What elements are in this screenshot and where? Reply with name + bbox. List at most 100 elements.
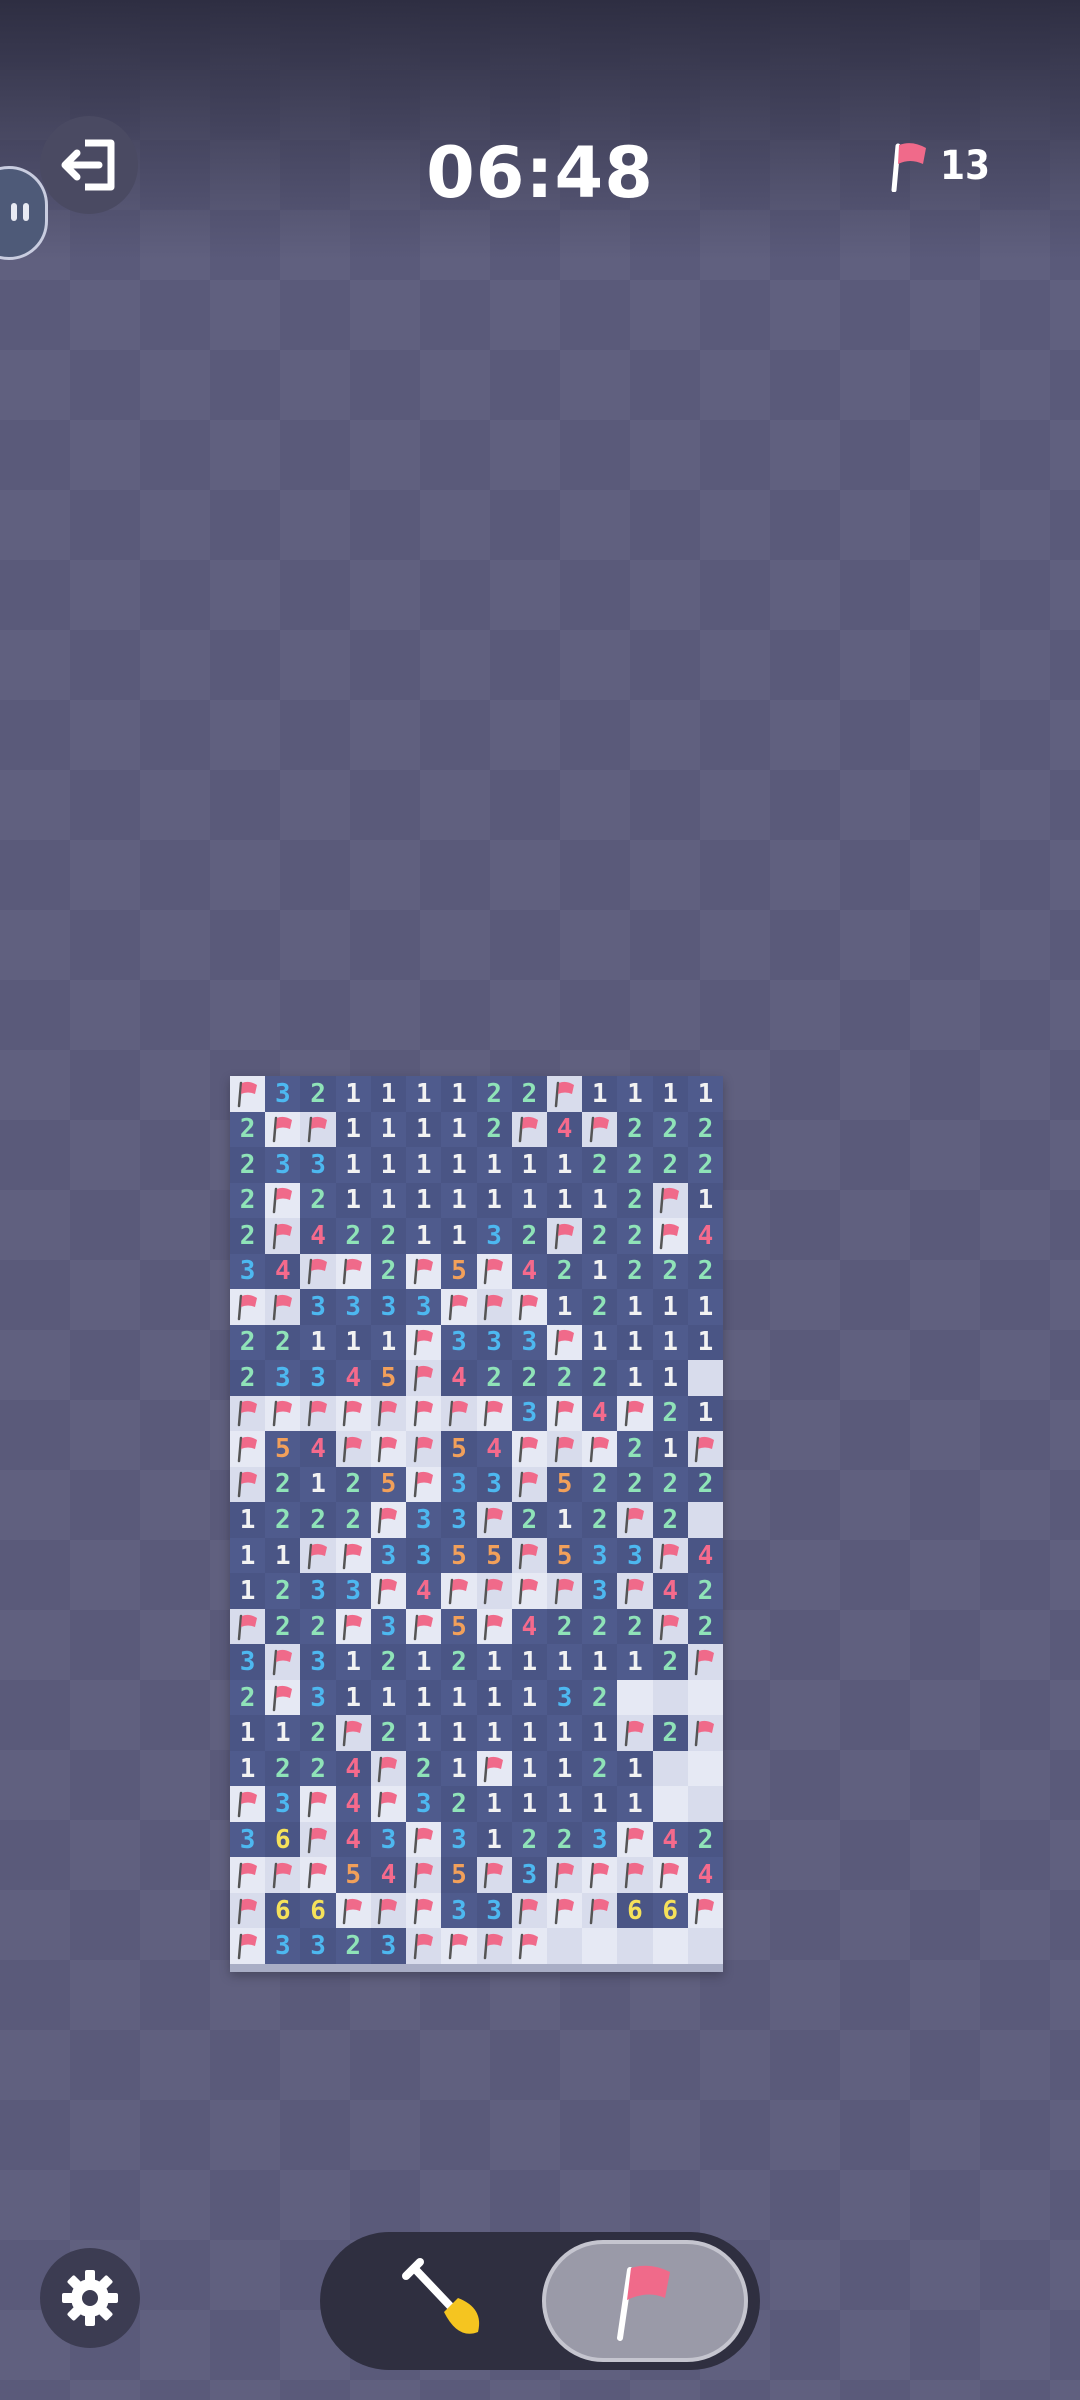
number-cell[interactable]: 1 — [582, 1182, 618, 1219]
number-cell[interactable]: 2 — [617, 1466, 653, 1503]
flagged-cell[interactable] — [582, 1857, 618, 1893]
number-cell[interactable]: 2 — [265, 1608, 301, 1645]
number-cell[interactable]: 1 — [476, 1715, 512, 1751]
number-cell[interactable]: 2 — [230, 1218, 266, 1254]
number-cell[interactable]: 3 — [265, 1076, 301, 1112]
number-cell[interactable]: 2 — [687, 1253, 723, 1290]
flagged-cell[interactable] — [441, 1289, 477, 1325]
number-cell[interactable]: 2 — [687, 1466, 723, 1503]
number-cell[interactable]: 1 — [476, 1644, 512, 1680]
number-cell[interactable]: 2 — [300, 1076, 336, 1112]
number-cell[interactable]: 1 — [406, 1715, 442, 1751]
number-cell[interactable]: 3 — [265, 1786, 301, 1822]
number-cell[interactable]: 1 — [406, 1182, 442, 1219]
number-cell[interactable]: 1 — [582, 1644, 618, 1680]
flagged-cell[interactable] — [476, 1289, 512, 1325]
flagged-cell[interactable] — [652, 1857, 688, 1893]
number-cell[interactable]: 1 — [370, 1182, 407, 1219]
number-cell[interactable]: 2 — [582, 1750, 618, 1787]
number-cell[interactable]: 3 — [441, 1502, 477, 1538]
number-cell[interactable]: 2 — [265, 1573, 301, 1609]
number-cell[interactable]: 2 — [300, 1502, 336, 1538]
number-cell[interactable]: 1 — [441, 1750, 477, 1787]
number-cell[interactable]: 1 — [230, 1750, 266, 1787]
flagged-cell[interactable] — [546, 1395, 583, 1432]
flagged-cell[interactable] — [265, 1679, 301, 1716]
flagged-cell[interactable] — [441, 1395, 477, 1432]
flagged-cell[interactable] — [230, 1076, 266, 1112]
flagged-cell[interactable] — [546, 1573, 583, 1609]
number-cell[interactable]: 4 — [582, 1395, 618, 1432]
number-cell[interactable]: 1 — [652, 1076, 688, 1112]
number-cell[interactable]: 1 — [406, 1111, 442, 1148]
number-cell[interactable]: 1 — [476, 1786, 512, 1822]
flagged-cell[interactable] — [406, 1253, 442, 1290]
number-cell[interactable]: 2 — [265, 1750, 301, 1787]
flagged-cell[interactable] — [406, 1821, 442, 1858]
number-cell[interactable]: 2 — [406, 1750, 442, 1787]
settings-button[interactable] — [40, 2248, 140, 2348]
flag-mode-button[interactable] — [542, 2240, 748, 2362]
number-cell[interactable]: 2 — [230, 1111, 266, 1148]
number-cell[interactable]: 3 — [617, 1537, 653, 1574]
flagged-cell[interactable] — [652, 1608, 688, 1645]
number-cell[interactable]: 1 — [687, 1289, 723, 1325]
flagged-cell[interactable] — [617, 1857, 653, 1893]
hidden-cell[interactable] — [652, 1750, 688, 1787]
number-cell[interactable]: 1 — [582, 1076, 618, 1112]
number-cell[interactable]: 2 — [300, 1715, 336, 1751]
flagged-cell[interactable] — [230, 1857, 266, 1893]
number-cell[interactable]: 1 — [546, 1502, 583, 1538]
number-cell[interactable]: 2 — [652, 1111, 688, 1148]
number-cell[interactable]: 3 — [370, 1537, 407, 1574]
number-cell[interactable]: 1 — [476, 1182, 512, 1219]
number-cell[interactable]: 2 — [335, 1928, 371, 1964]
number-cell[interactable]: 2 — [300, 1182, 336, 1219]
number-cell[interactable]: 5 — [265, 1431, 301, 1467]
number-cell[interactable]: 3 — [300, 1573, 336, 1609]
flagged-cell[interactable] — [441, 1573, 477, 1609]
flagged-cell[interactable] — [617, 1715, 653, 1751]
flagged-cell[interactable] — [511, 1892, 547, 1929]
number-cell[interactable]: 1 — [441, 1111, 477, 1148]
hidden-cell[interactable] — [652, 1679, 688, 1716]
hidden-cell[interactable] — [617, 1679, 653, 1716]
number-cell[interactable]: 1 — [406, 1644, 442, 1680]
flagged-cell[interactable] — [300, 1857, 336, 1893]
number-cell[interactable]: 1 — [335, 1182, 371, 1219]
number-cell[interactable]: 1 — [476, 1821, 512, 1858]
number-cell[interactable]: 2 — [441, 1786, 477, 1822]
number-cell[interactable]: 6 — [300, 1892, 336, 1929]
flagged-cell[interactable] — [265, 1182, 301, 1219]
flagged-cell[interactable] — [335, 1395, 371, 1432]
number-cell[interactable]: 3 — [441, 1821, 477, 1858]
flagged-cell[interactable] — [546, 1076, 583, 1112]
number-cell[interactable]: 2 — [300, 1750, 336, 1787]
number-cell[interactable]: 3 — [300, 1147, 336, 1183]
number-cell[interactable]: 2 — [370, 1218, 407, 1254]
number-cell[interactable]: 2 — [582, 1147, 618, 1183]
hidden-cell[interactable] — [617, 1928, 653, 1964]
number-cell[interactable]: 2 — [617, 1218, 653, 1254]
flagged-cell[interactable] — [652, 1218, 688, 1254]
number-cell[interactable]: 3 — [300, 1928, 336, 1964]
number-cell[interactable]: 3 — [511, 1395, 547, 1432]
number-cell[interactable]: 3 — [300, 1644, 336, 1680]
number-cell[interactable]: 1 — [335, 1076, 371, 1112]
number-cell[interactable]: 4 — [300, 1218, 336, 1254]
number-cell[interactable]: 3 — [300, 1289, 336, 1325]
number-cell[interactable]: 2 — [265, 1502, 301, 1538]
number-cell[interactable]: 2 — [265, 1324, 301, 1361]
number-cell[interactable]: 2 — [652, 1644, 688, 1680]
flagged-cell[interactable] — [370, 1502, 407, 1538]
flagged-cell[interactable] — [370, 1786, 407, 1822]
flagged-cell[interactable] — [546, 1892, 583, 1929]
number-cell[interactable]: 4 — [687, 1857, 723, 1893]
flagged-cell[interactable] — [441, 1928, 477, 1964]
number-cell[interactable]: 3 — [441, 1324, 477, 1361]
number-cell[interactable]: 3 — [476, 1324, 512, 1361]
number-cell[interactable]: 2 — [582, 1502, 618, 1538]
minesweeper-board[interactable]: 3211112211112111124222233111111122222211… — [230, 1076, 723, 1972]
number-cell[interactable]: 3 — [265, 1360, 301, 1396]
hidden-cell[interactable] — [652, 1928, 688, 1964]
